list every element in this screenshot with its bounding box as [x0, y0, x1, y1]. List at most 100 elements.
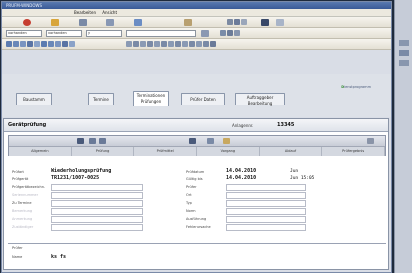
gueltig-extra: Jun 15:05 [290, 176, 315, 181]
tab-auftraggeber[interactable]: Auftraggeber Bearbeitung [235, 93, 285, 106]
footer-value: ks fs [51, 254, 67, 260]
typ-field[interactable] [226, 200, 306, 207]
panel-title: Gerätprüfung [8, 122, 47, 128]
typ-label: Typ [186, 201, 192, 205]
gear-icon[interactable] [62, 41, 68, 47]
ort-label: Ort [186, 193, 192, 197]
menu-bar: Bearbeiten Ansicht [2, 9, 391, 17]
redo-icon[interactable] [175, 41, 181, 47]
new-icon[interactable] [6, 41, 12, 47]
bemerkung-label: Bemerkung [12, 209, 33, 213]
cut-icon[interactable] [227, 19, 233, 25]
column-allgemein[interactable]: Allgemein [9, 147, 72, 156]
filter-combo-2[interactable]: vorhanden [46, 30, 82, 37]
application-window: PRUFM-WINDOWS Bearbeiten Ansicht vorhand… [1, 1, 392, 273]
attach-icon[interactable] [99, 138, 106, 144]
filter-combo-3[interactable]: y [86, 30, 122, 37]
last-icon[interactable] [147, 41, 153, 47]
column-pruefergebnis[interactable]: Prüfergebnis [322, 147, 386, 156]
import-icon[interactable] [210, 41, 216, 47]
close-icon[interactable] [367, 138, 374, 144]
pen-icon[interactable] [184, 19, 192, 26]
list-icon[interactable] [234, 30, 240, 36]
save-icon[interactable] [20, 41, 26, 47]
fehlerursache-field[interactable] [226, 224, 306, 231]
window-title: PRUFM-WINDOWS [2, 2, 391, 9]
search-icon[interactable] [201, 30, 209, 37]
stop-icon[interactable] [23, 19, 31, 26]
calendar-icon[interactable] [34, 41, 40, 47]
user-icon[interactable] [261, 19, 269, 26]
first-icon[interactable] [126, 41, 132, 47]
ausfuehrung-field[interactable] [226, 216, 306, 223]
prev-icon[interactable] [133, 41, 139, 47]
column-pruefung[interactable]: Prüfung [72, 147, 135, 156]
edit-pen-icon[interactable] [223, 138, 230, 144]
pruefgeraet-label: Prüfgerät [12, 177, 29, 181]
pruefgeraet-bez-field[interactable] [51, 184, 143, 191]
paste-icon[interactable] [234, 19, 240, 25]
next-icon[interactable] [140, 41, 146, 47]
help-icon[interactable] [276, 19, 284, 26]
sidebar-icon-2[interactable] [399, 50, 409, 56]
detail-panel: Gerätprüfung Anlagennr. 13345 Allgemein … [3, 118, 389, 270]
document-icon[interactable] [41, 41, 47, 47]
toolbar-1 [2, 17, 391, 28]
norm-label: Norm [186, 209, 196, 213]
zu-termine-field[interactable] [51, 200, 143, 207]
edit-icon[interactable] [51, 19, 59, 26]
chart-icon[interactable] [48, 41, 54, 47]
refresh-icon[interactable] [134, 19, 142, 26]
pruefer-field[interactable] [226, 184, 306, 191]
tools-icon[interactable] [55, 41, 61, 47]
fehlerursache-label: Fehlerursache [186, 225, 211, 229]
norm-field[interactable] [226, 208, 306, 215]
remove-icon[interactable] [161, 41, 167, 47]
zustaendiger-field[interactable] [51, 224, 143, 231]
copy-icon[interactable] [79, 19, 87, 26]
menu-ansicht[interactable]: Ansicht [102, 10, 117, 15]
search-field[interactable] [126, 30, 196, 37]
column-pruefmittel[interactable]: Prüfmittel [134, 147, 198, 156]
bemerkung-field[interactable] [51, 208, 143, 215]
menu-bearbeiten[interactable]: Bearbeiten [74, 10, 96, 15]
open-icon[interactable] [13, 41, 19, 47]
toolbar-2: vorhanden vorhanden y [2, 28, 391, 39]
toolbar-icon-group-2 [220, 30, 240, 37]
folder-icon[interactable] [27, 41, 33, 47]
tab-terminationen[interactable]: Terminationen Prüfungen [133, 91, 169, 106]
ort-field[interactable] [226, 192, 306, 199]
sidebar-icon-1[interactable] [399, 40, 409, 46]
filter-icon[interactable] [220, 30, 226, 36]
sidebar-icon-3[interactable] [399, 60, 409, 66]
settings-icon[interactable] [196, 41, 202, 47]
export-icon[interactable] [203, 41, 209, 47]
delete-icon[interactable] [241, 19, 247, 25]
undo-icon[interactable] [168, 41, 174, 47]
seriennummer-field[interactable] [51, 192, 143, 199]
auftrag-label: Anlagennr. [232, 123, 254, 128]
anmerkung-field[interactable] [51, 216, 143, 223]
zustaendiger-label: Zuständiger [12, 225, 34, 229]
grid-icon[interactable] [77, 138, 84, 144]
link-icon[interactable] [89, 138, 96, 144]
footer-label-1: Prüfer [12, 246, 23, 250]
magnifier-icon[interactable] [207, 138, 214, 144]
sort-icon[interactable] [227, 30, 233, 36]
tab-termine[interactable]: Termine [88, 93, 114, 105]
print-icon[interactable] [106, 19, 114, 26]
pruefgeraet-bez-label: Prüfgerätbezeichn. [12, 185, 46, 189]
mail-icon[interactable] [69, 41, 75, 47]
wrench-icon[interactable] [189, 138, 196, 144]
tab-pruefer-daten[interactable]: Prüfer Daten [181, 93, 225, 105]
anmerkung-label: Anmerkung [12, 217, 33, 221]
column-vorgang[interactable]: Vorgang [197, 147, 260, 156]
add-icon[interactable] [154, 41, 160, 47]
tab-baustamm[interactable]: Baustamm [16, 93, 52, 105]
info-icon[interactable] [189, 41, 195, 47]
filter-combo-1[interactable]: vorhanden [6, 30, 42, 37]
column-ablauf[interactable]: Ablauf [260, 147, 323, 156]
zoom-icon[interactable] [182, 41, 188, 47]
sub-header: Allgemein Prüfung Prüfmittel Vorgang Abl… [8, 135, 386, 156]
footer-label-2: Name [12, 255, 23, 259]
